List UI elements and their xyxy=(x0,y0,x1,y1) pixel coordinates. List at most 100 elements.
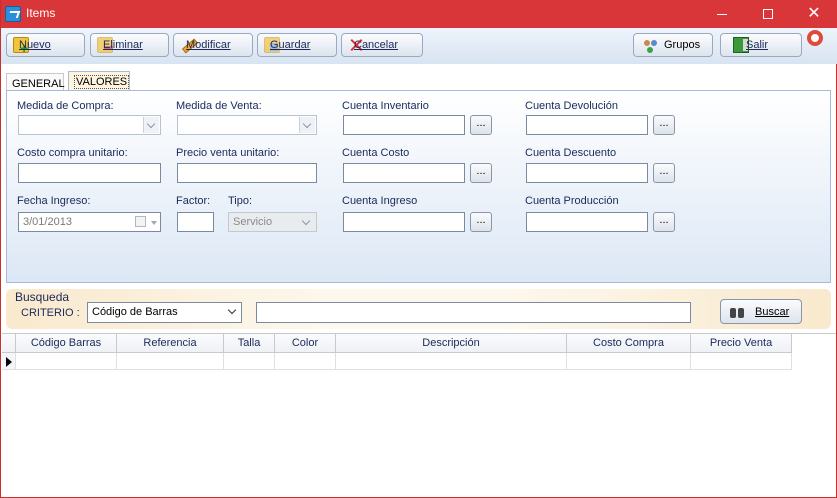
column-header-codigo-barras[interactable]: Código Barras xyxy=(16,334,117,353)
eliminar-label: Eliminar xyxy=(103,39,143,51)
groups-icon xyxy=(643,37,659,53)
cuenta-inventario-label: Cuenta Inventario xyxy=(342,100,429,112)
criterio-value: Código de Barras xyxy=(92,306,178,318)
cuenta-produccion-input[interactable] xyxy=(526,212,648,232)
nuevo-label: Nuevo xyxy=(19,39,51,51)
salir-button[interactable]: Salir xyxy=(720,33,802,57)
chevron-down-icon xyxy=(227,305,237,315)
costo-compra-input[interactable] xyxy=(18,163,161,183)
precio-venta-input[interactable] xyxy=(177,163,317,183)
minimize-icon xyxy=(717,13,727,15)
medida-compra-select[interactable] xyxy=(18,115,161,135)
chevron-down-icon xyxy=(143,117,159,133)
column-header-descripcion[interactable]: Descripción xyxy=(336,334,567,353)
tab-valores[interactable]: VALORES xyxy=(68,71,130,91)
table-cell[interactable] xyxy=(567,353,691,370)
column-header-referencia[interactable]: Referencia xyxy=(117,334,224,353)
modificar-label: Modificar xyxy=(186,39,231,51)
close-icon: ✕ xyxy=(807,5,821,22)
precio-venta-label: Precio venta unitario: xyxy=(176,147,280,159)
binoculars-icon xyxy=(729,304,745,320)
chevron-down-icon xyxy=(151,221,157,225)
search-panel: Busqueda CRITERIO : Código de Barras Bus… xyxy=(6,289,831,329)
guardar-button[interactable]: Guardar xyxy=(257,33,337,57)
grid-header: Código Barras Referencia Talla Color Des… xyxy=(2,334,792,353)
chevron-down-icon xyxy=(299,117,315,133)
close-button[interactable]: ✕ xyxy=(791,0,837,28)
tab-valores-label: VALORES xyxy=(74,75,130,89)
fecha-ingreso-date-picker[interactable]: 3/01/2013 xyxy=(18,212,161,232)
title-bar: Items ✕ xyxy=(1,0,837,28)
cuenta-devolucion-label: Cuenta Devolución xyxy=(525,100,618,112)
current-row-arrow-icon xyxy=(6,357,12,367)
buscar-label: Buscar xyxy=(755,305,790,318)
search-title: Busqueda xyxy=(15,290,70,304)
fecha-ingreso-value: 3/01/2013 xyxy=(23,216,72,228)
cuenta-descuento-lookup-button[interactable]: ... xyxy=(653,163,675,183)
cuenta-devolucion-lookup-button[interactable]: ... xyxy=(653,115,675,135)
tipo-label: Tipo: xyxy=(228,195,253,207)
cuenta-produccion-lookup-button[interactable]: ... xyxy=(653,212,675,232)
buscar-button[interactable]: Buscar xyxy=(720,299,802,324)
eliminar-button[interactable]: Eliminar xyxy=(90,33,169,57)
cuenta-ingreso-input[interactable] xyxy=(343,212,465,232)
grupos-label: Grupos xyxy=(664,39,701,51)
cuenta-costo-lookup-button[interactable]: ... xyxy=(470,163,492,183)
maximize-button[interactable] xyxy=(745,0,791,28)
factor-input[interactable] xyxy=(177,212,214,232)
cuenta-produccion-label: Cuenta Producción xyxy=(525,195,619,207)
table-cell[interactable] xyxy=(275,353,336,370)
maximize-icon xyxy=(763,9,773,19)
salir-label: Salir xyxy=(746,39,769,51)
criterio-label: CRITERIO : xyxy=(21,307,80,319)
table-cell[interactable] xyxy=(691,353,792,370)
chevron-down-icon xyxy=(299,214,315,230)
cuenta-descuento-input[interactable] xyxy=(526,163,648,183)
cuenta-costo-label: Cuenta Costo xyxy=(342,147,410,159)
criterio-select[interactable]: Código de Barras xyxy=(87,302,242,323)
items-window: Items ✕ Nuevo Eliminar Modificar Guardar… xyxy=(0,0,837,498)
row-selector[interactable] xyxy=(2,353,16,370)
cancelar-label: Cancelar xyxy=(354,39,399,51)
modificar-button[interactable]: Modificar xyxy=(173,33,253,57)
app-icon xyxy=(5,6,21,22)
cuenta-ingreso-lookup-button[interactable]: ... xyxy=(470,212,492,232)
tipo-value: Servicio xyxy=(233,216,273,228)
medida-venta-select[interactable] xyxy=(177,115,317,135)
items-grid[interactable]: Código Barras Referencia Talla Color Des… xyxy=(2,333,836,496)
table-cell[interactable] xyxy=(224,353,275,370)
minimize-button[interactable] xyxy=(699,0,745,28)
factor-label: Factor: xyxy=(176,195,211,207)
table-cell[interactable] xyxy=(16,353,117,370)
column-header-precio-venta[interactable]: Precio Venta xyxy=(691,334,792,353)
search-input[interactable] xyxy=(256,302,691,323)
valores-panel: Medida de Compra: Medida de Venta: Cuent… xyxy=(6,90,831,283)
nuevo-button[interactable]: Nuevo xyxy=(6,33,85,57)
cuenta-ingreso-label: Cuenta Ingreso xyxy=(342,195,418,207)
cuenta-devolucion-input[interactable] xyxy=(526,115,648,135)
tab-general-label: GENERAL xyxy=(12,78,65,90)
cuenta-inventario-input[interactable] xyxy=(343,115,465,135)
checkbox-icon xyxy=(135,216,146,227)
column-header-color[interactable]: Color xyxy=(275,334,336,353)
cancelar-button[interactable]: Cancelar xyxy=(341,33,423,57)
fecha-ingreso-label: Fecha Ingreso: xyxy=(17,195,91,207)
window-title: Items xyxy=(26,6,56,20)
cuenta-descuento-label: Cuenta Descuento xyxy=(525,147,617,159)
cuenta-costo-input[interactable] xyxy=(343,163,465,183)
table-row[interactable] xyxy=(2,353,792,370)
help-lifebuoy-icon[interactable] xyxy=(807,30,823,46)
column-header-costo-compra[interactable]: Costo Compra xyxy=(567,334,691,353)
table-cell[interactable] xyxy=(117,353,224,370)
cuenta-inventario-lookup-button[interactable]: ... xyxy=(470,115,492,135)
costo-compra-label: Costo compra unitario: xyxy=(17,147,128,159)
medida-compra-label: Medida de Compra: xyxy=(17,100,114,112)
toolbar: Nuevo Eliminar Modificar Guardar Cancela… xyxy=(1,28,837,64)
medida-venta-label: Medida de Venta: xyxy=(176,100,262,112)
grupos-button[interactable]: Grupos xyxy=(633,33,713,57)
table-cell[interactable] xyxy=(336,353,567,370)
tipo-select[interactable]: Servicio xyxy=(228,212,317,232)
guardar-label: Guardar xyxy=(270,39,311,51)
row-header-corner xyxy=(2,334,16,353)
column-header-talla[interactable]: Talla xyxy=(224,334,275,353)
